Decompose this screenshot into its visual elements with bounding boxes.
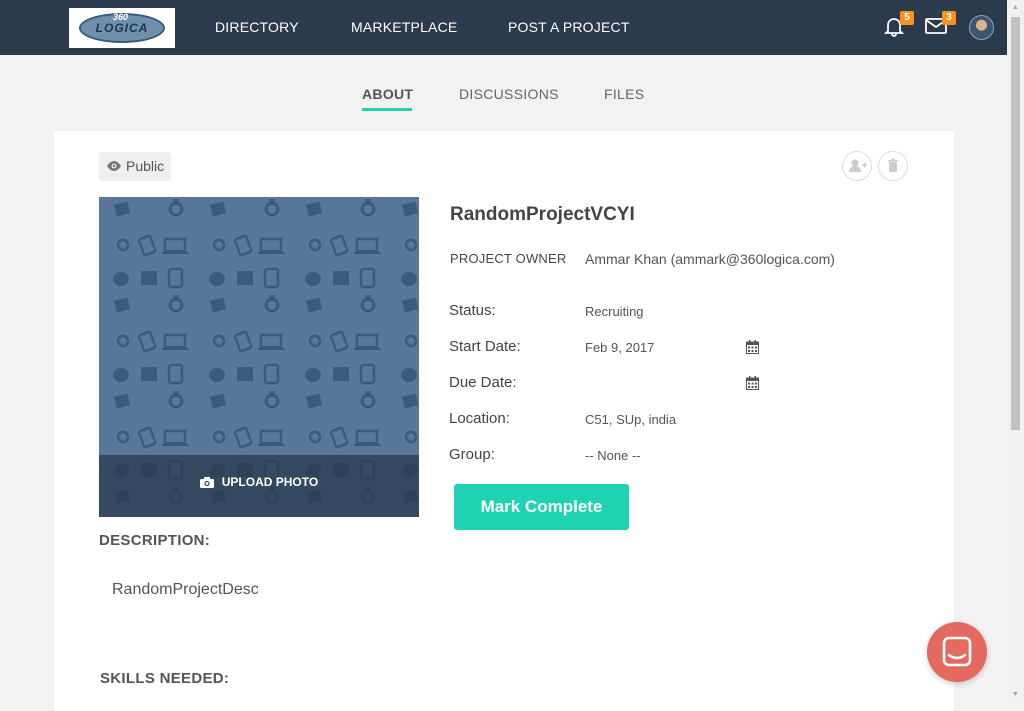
delete-project-button[interactable]: [878, 151, 908, 181]
scroll-down-arrow[interactable]: ▼: [1011, 690, 1020, 699]
status-label: Status:: [449, 302, 496, 319]
location-value[interactable]: C51, SUp, india: [585, 412, 676, 427]
messages-badge: 3: [942, 11, 956, 25]
messages-button[interactable]: 3: [924, 11, 956, 40]
eye-icon: [107, 161, 121, 171]
nav-directory[interactable]: DIRECTORY: [215, 19, 299, 35]
project-title: RandomProjectVCYI: [450, 204, 635, 225]
page-scrollbar[interactable]: ▲ ▼: [1007, 0, 1024, 702]
camera-icon: [199, 477, 214, 488]
user-avatar[interactable]: [969, 15, 994, 40]
location-label: Location:: [449, 410, 510, 427]
group-label: Group:: [449, 446, 495, 463]
tab-about[interactable]: ABOUT: [362, 86, 413, 102]
calendar-icon[interactable]: [746, 376, 759, 390]
description-text[interactable]: RandomProjectDesc: [112, 581, 259, 599]
notifications-badge: 5: [900, 11, 914, 25]
calendar-icon[interactable]: [746, 340, 759, 354]
start-date-value[interactable]: Feb 9, 2017: [585, 340, 654, 355]
scroll-up-arrow[interactable]: ▲: [1011, 3, 1020, 12]
description-heading: DESCRIPTION:: [99, 532, 211, 549]
tab-files[interactable]: FILES: [604, 86, 644, 102]
project-owner-value[interactable]: Ammar Khan (ammark@360logica.com): [585, 251, 835, 267]
mark-complete-button[interactable]: Mark Complete: [454, 484, 629, 530]
project-owner-label: PROJECT OWNER: [450, 251, 567, 266]
project-photo: UPLOAD PHOTO: [99, 197, 419, 517]
start-date-label: Start Date:: [449, 338, 521, 355]
chat-launcher-button[interactable]: [927, 622, 987, 682]
nav-post-a-project[interactable]: POST A PROJECT: [508, 19, 630, 35]
upload-photo-button[interactable]: UPLOAD PHOTO: [99, 475, 419, 489]
logo[interactable]: 360 LOGICA: [69, 8, 175, 48]
trash-icon: [888, 158, 898, 172]
top-navbar: 360 LOGICA DIRECTORY MARKETPLACE POST A …: [0, 0, 1007, 55]
scroll-thumb[interactable]: [1011, 17, 1020, 430]
status-value[interactable]: Recruiting: [585, 304, 644, 319]
add-member-button[interactable]: [842, 151, 872, 181]
upload-photo-label: UPLOAD PHOTO: [221, 475, 319, 489]
chat-icon: [942, 636, 972, 667]
notifications-button[interactable]: 5: [882, 11, 914, 40]
group-value[interactable]: -- None --: [585, 448, 641, 463]
skills-heading: SKILLS NEEDED:: [100, 670, 230, 687]
logo-text: LOGICA: [95, 21, 149, 35]
add-user-icon: [849, 159, 867, 172]
active-tab-indicator: [362, 108, 412, 111]
visibility-toggle[interactable]: Public: [99, 152, 171, 181]
tab-discussions[interactable]: DISCUSSIONS: [459, 86, 559, 102]
visibility-label: Public: [126, 158, 165, 174]
due-date-label: Due Date:: [449, 374, 517, 391]
nav-marketplace[interactable]: MARKETPLACE: [351, 19, 457, 35]
